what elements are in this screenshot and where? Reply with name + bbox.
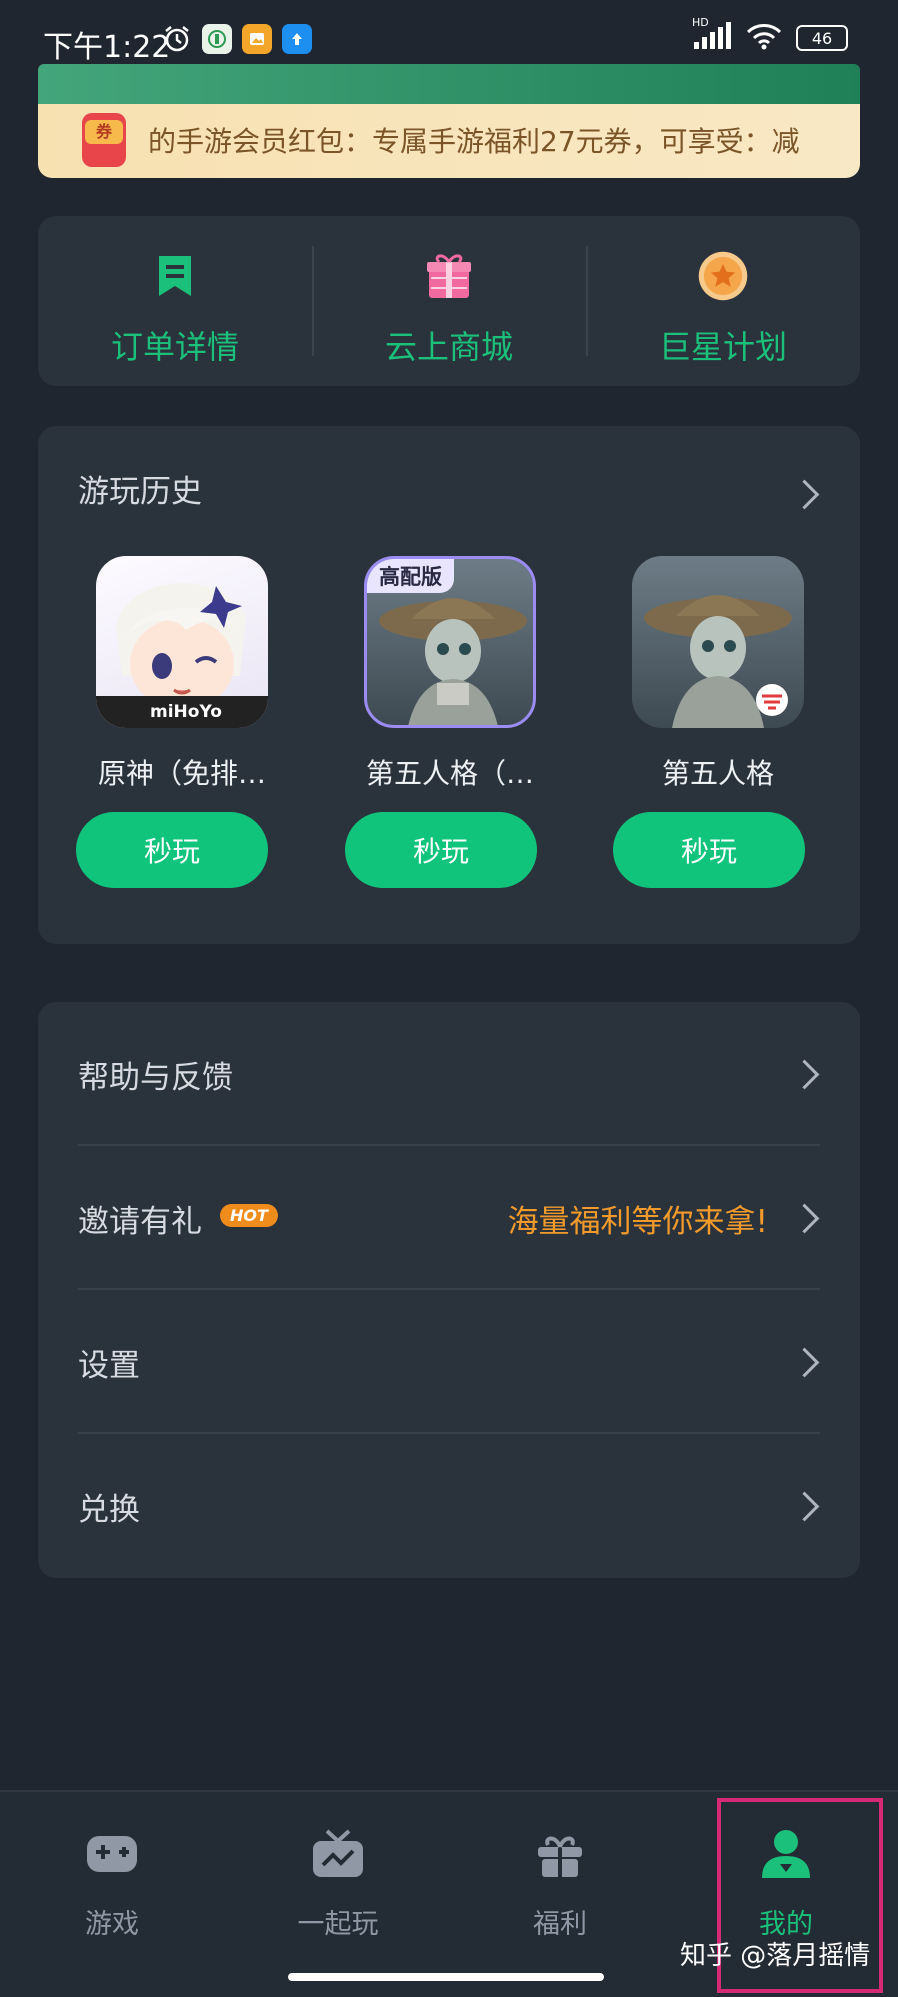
quick-action-label: 巨星计划 [658, 328, 787, 366]
game-item[interactable]: 高配版 第五人格（… [340, 556, 560, 792]
menu-item-label: 邀请有礼 [78, 1204, 202, 1240]
notification-icons [162, 24, 312, 58]
hot-badge: HOT [220, 1204, 278, 1227]
system-indicators: HD 46 [692, 16, 848, 54]
play-button[interactable]: 秒玩 [345, 812, 537, 888]
chevron-right-icon [789, 1203, 820, 1234]
game-name: 原神（免排… [97, 757, 266, 790]
network-type-label: HD [692, 16, 709, 29]
play-button[interactable]: 秒玩 [76, 812, 268, 888]
gamepad-icon [84, 1828, 140, 1880]
game-icon-identity-v[interactable] [632, 556, 804, 728]
tab-games[interactable]: 游戏 [32, 1828, 192, 1941]
tab-benefits[interactable]: 福利 [480, 1828, 640, 1941]
battery-icon: 46 [796, 25, 848, 51]
game-item[interactable]: miHoYo 原神（免排… [72, 556, 292, 792]
red-packet-icon: 券 [82, 113, 126, 167]
tv-icon [310, 1828, 366, 1880]
quick-action-label: 云上商城 [384, 328, 513, 366]
watermark-text: 知乎 @落月摇情 [680, 1941, 871, 1971]
cloud-mall-button[interactable]: 云上商城 [312, 216, 586, 386]
signal-icon: HD [692, 16, 732, 54]
chevron-right-icon [789, 1347, 820, 1378]
menu-item-help-feedback[interactable]: 帮助与反馈 [78, 1002, 820, 1146]
game-icon-identity-v-hd[interactable]: 高配版 [364, 556, 536, 728]
tab-label: 游戏 [85, 1909, 139, 1940]
app-notification-icon [202, 24, 232, 54]
coupon-banner-text: 的手游会员红包：专属手游福利27元券，可享受：减 [148, 125, 800, 158]
image-notification-icon [242, 24, 272, 54]
star-badge-icon [697, 250, 749, 302]
menu-item-settings[interactable]: 设置 [78, 1290, 820, 1434]
quick-actions-card: 订单详情 云上商城 巨星计划 [38, 216, 860, 386]
game-name: 第五人格（… [365, 757, 534, 790]
menu-item-redeem[interactable]: 兑换 [78, 1434, 820, 1578]
alarm-icon [162, 24, 192, 58]
gift-icon [423, 250, 475, 302]
chevron-right-icon [789, 1491, 820, 1522]
home-indicator[interactable] [288, 1973, 604, 1981]
chevron-right-icon [789, 1059, 820, 1090]
menu-item-label: 帮助与反馈 [78, 1060, 233, 1096]
invite-promo-text: 海量福利等你来拿! [507, 1204, 768, 1240]
play-button[interactable]: 秒玩 [613, 812, 805, 888]
top-banner[interactable] [38, 64, 860, 104]
settings-menu-card: 帮助与反馈 邀请有礼 HOT 海量福利等你来拿! 设置 兑换 [38, 1002, 860, 1578]
coupon-icon-label: 券 [85, 120, 123, 144]
menu-item-label: 设置 [78, 1348, 140, 1384]
star-plan-button[interactable]: 巨星计划 [586, 216, 860, 386]
hd-version-badge: 高配版 [367, 559, 454, 593]
wifi-icon [746, 22, 782, 54]
order-details-button[interactable]: 订单详情 [38, 216, 312, 386]
bookmark-icon [149, 250, 201, 302]
quick-action-label: 订单详情 [110, 328, 239, 366]
tab-play-together[interactable]: 一起玩 [258, 1828, 418, 1941]
gift-icon [532, 1828, 588, 1880]
game-item[interactable]: 第五人格 [608, 556, 828, 792]
tab-label: 福利 [533, 1909, 587, 1940]
play-history-title: 游玩历史 [78, 474, 202, 510]
menu-item-label: 兑换 [78, 1492, 140, 1528]
battery-level: 46 [811, 28, 833, 48]
status-time: 下午1:22 [43, 30, 171, 65]
game-name: 第五人格 [661, 757, 774, 790]
tab-label: 一起玩 [297, 1909, 379, 1940]
game-logo-text: miHoYo [150, 702, 222, 722]
upload-notification-icon [282, 24, 312, 54]
game-icon-genshin[interactable]: miHoYo [96, 556, 268, 728]
coupon-banner[interactable]: 券 的手游会员红包：专属手游福利27元券，可享受：减 [38, 104, 860, 178]
menu-item-invite[interactable]: 邀请有礼 HOT 海量福利等你来拿! [78, 1146, 820, 1290]
chevron-right-icon[interactable] [789, 479, 820, 510]
